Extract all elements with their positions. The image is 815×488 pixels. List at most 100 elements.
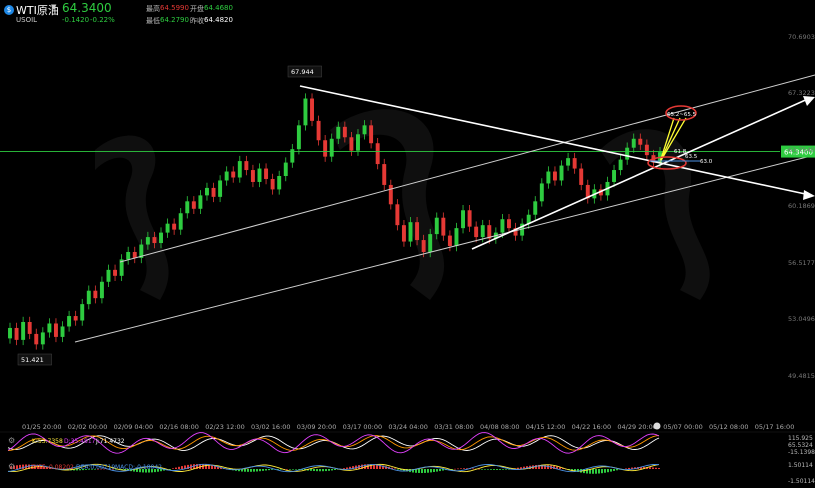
macd-bar [658,468,660,469]
macd-bar [454,468,456,470]
candle-body [356,134,360,151]
candle-body [428,234,433,252]
x-tick-label: 02/23 12:00 [205,423,245,431]
x-tick-label: 02/02 00:00 [68,423,108,431]
candle-body [27,322,32,334]
arrow-down-icon [803,190,815,200]
y-tick-label: 53.0496 [788,315,815,323]
kdj-j-value: J:71.4732 [95,438,125,445]
lower-channel-line [74,154,815,343]
macd-bar [505,469,507,470]
candle-body [559,165,564,181]
kdj-axis-label: 65.5324 [788,442,813,449]
y-tick-label: 70.6903 [788,33,815,41]
macd-bar [394,468,396,470]
macd-bar [490,469,492,470]
macd-bar [649,467,651,469]
macd-bar [430,469,432,473]
macd-bar [625,468,627,470]
candle-body [159,232,163,244]
indicator-panel: K:53.7358 D:35.4817 J:71.4732 DIFF:-0.08202… [0,431,815,485]
macd-bar [295,469,297,470]
macd-bar [244,469,246,472]
macd-bar [328,469,330,471]
macd-bar [439,469,441,472]
macd-bar [175,467,177,469]
macd-bar [271,469,273,470]
macd-macd-value: MACD:-0.18042 [115,464,162,471]
macd-bar [502,469,504,470]
candle-body [47,323,52,333]
candle-body [165,223,170,233]
candle-body [40,332,45,345]
candle-body [178,213,183,230]
candle-body [198,195,203,209]
candle-body [60,326,65,337]
price-chart[interactable]: 67.94451.42165.2~65.561.863.563.064.3400… [0,0,815,488]
candle-body [441,217,446,236]
candle-body [185,201,190,214]
macd-bar [547,465,549,469]
target-label: 65.2~65.5 [667,112,697,118]
macd-bar [22,464,24,469]
macd-bar [610,469,612,472]
x-tick-label: 03/09 20:00 [297,423,337,431]
candle-body [474,226,479,238]
candle-body [566,158,571,166]
candle-body [644,144,649,156]
y-tick-label: 63.7540 [788,146,815,154]
candle-body [224,171,229,181]
candle-body [152,237,157,244]
candle-body [21,322,26,340]
macd-bar [433,469,435,473]
candle-body [264,168,269,179]
candle-body [579,168,584,185]
x-tick-label: 05/12 08:00 [709,423,749,431]
candle-body [539,183,544,202]
macd-dea-value: DEA:0.00719 [76,464,115,471]
macd-bar [421,469,423,474]
x-tick-label: 04/08 08:00 [480,423,520,431]
macd-bar [604,469,606,473]
current-time-marker [653,422,661,430]
macd-bar [463,468,465,469]
x-tick-label: 03/24 04:00 [388,423,428,431]
candle-body [362,125,367,135]
macd-bar [487,469,489,470]
x-tick-label: 05/07 00:00 [663,423,703,431]
kdj-k-value: K:53.7358 [32,438,63,445]
candle-body [86,290,91,305]
x-tick-label: 04/29 20:00 [617,423,657,431]
ascending-trend-line [471,97,811,250]
candle-body [231,171,236,178]
candle-body [533,201,538,215]
candle-body [126,251,131,260]
candle-body [631,138,636,148]
y-tick-label: 56.5177 [788,259,815,267]
macd-bar [418,469,420,473]
macd-bar [289,469,291,470]
candle-body [250,170,255,182]
macd-bar [595,469,597,474]
macd-bar [181,466,183,469]
macd-bar [457,468,459,470]
candle-body [612,170,617,182]
candle-body [316,120,321,141]
macd-bar [484,469,486,470]
candle-body [310,98,314,121]
macd-bar [628,467,630,469]
macd-bar [178,466,180,469]
x-tick-label: 03/31 08:00 [434,423,474,431]
candle-body [218,180,223,197]
candle-body [14,327,19,340]
candle-body [625,147,630,160]
candle-body [323,140,328,157]
macd-diff-value: DIFF:-0.08202 [32,464,74,471]
macd-bar [616,469,618,471]
candle-body [283,162,288,176]
x-tick-label: 01/25 20:00 [22,423,62,431]
macd-bar [211,465,213,469]
candle-body [145,237,150,245]
fib-630-label: 63.0 [700,159,713,165]
candle-body [480,225,485,238]
